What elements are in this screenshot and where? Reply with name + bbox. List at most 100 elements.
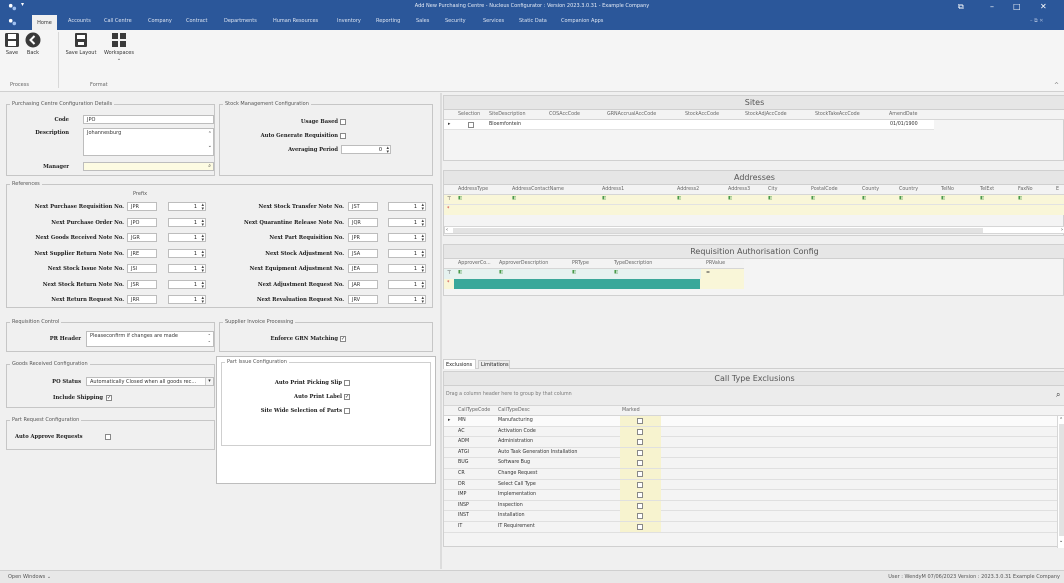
table-row[interactable]: INST Installation [444, 511, 1057, 522]
menu-security[interactable]: Security [445, 18, 466, 24]
filter-cell-icon[interactable]: ◧ [572, 270, 577, 275]
reference-prefix-input[interactable]: JSR [127, 279, 157, 289]
open-windows-button[interactable]: Open Windows ⌄ [8, 574, 51, 580]
addr-col-address2[interactable]: Address2 [677, 187, 699, 192]
addr-col-postal[interactable]: PostalCode [811, 187, 838, 192]
reference-prefix-input[interactable]: JRE [127, 248, 157, 258]
sites-col-cos[interactable]: COSAccCode [549, 112, 580, 117]
marked-cell[interactable] [620, 416, 661, 426]
ra-col-prtype[interactable]: PRType [572, 261, 589, 266]
ct-col-desc[interactable]: CallTypeDesc [498, 408, 530, 413]
filter-cell-icon[interactable]: ◧ [768, 196, 773, 201]
scroll-thumb[interactable] [453, 228, 983, 233]
filter-cell-icon[interactable]: ◧ [458, 196, 463, 201]
usage-based-checkbox[interactable] [340, 119, 346, 125]
reference-number-spinner[interactable]: 1 ▴ ▾ [168, 217, 206, 227]
pr-header-scroll-icon[interactable]: ⌃ ⌄ [208, 333, 211, 343]
spinner-arrows-icon[interactable]: ▴ ▾ [421, 265, 424, 274]
search-icon[interactable]: ⌕ [1056, 390, 1060, 400]
maximize-icon[interactable]: □ [1013, 2, 1021, 11]
reference-prefix-input[interactable]: JRR [127, 295, 157, 304]
mdi-controls[interactable]: – ⧉ ✕ [1030, 18, 1043, 24]
manager-input[interactable]: ⌕ [83, 162, 214, 171]
marked-cell[interactable] [620, 479, 661, 490]
marked-cell[interactable] [620, 522, 661, 532]
menu-accounts[interactable]: Accounts [68, 18, 91, 24]
req-auth-new-row[interactable]: * [444, 279, 744, 289]
tab-exclusions[interactable]: Exclusions [443, 359, 476, 369]
back-button[interactable]: Back [24, 32, 42, 56]
marked-checkbox[interactable] [637, 481, 643, 488]
marked-cell[interactable] [620, 511, 661, 522]
menu-companion-apps[interactable]: Companion Apps [561, 18, 603, 24]
po-status-select[interactable]: Automatically Closed when all goods rec.… [86, 377, 214, 386]
spinner-arrows-icon[interactable]: ▴ ▾ [386, 146, 389, 155]
scroll-up-icon[interactable]: ⌃ [1059, 417, 1063, 423]
marked-checkbox[interactable] [637, 460, 643, 467]
addr-col-e[interactable]: E [1056, 187, 1059, 192]
ra-col-approverdesc[interactable]: ApproverDescription [499, 261, 548, 266]
tab-limitations[interactable]: Limitations [478, 360, 510, 369]
addresses-filter-row[interactable]: ⊤ ◧ ◧ ◧ ◧ ◧ ◧ ◧ ◧ ◧ ◧ ◧ ◧ [444, 195, 1064, 205]
ra-col-prvalue[interactable]: PRValue [706, 261, 725, 266]
addr-col-faxno[interactable]: FaxNo [1018, 187, 1033, 192]
filter-cell-icon[interactable]: ◧ [499, 270, 504, 275]
spinner-arrows-icon[interactable]: ▴ ▾ [201, 280, 204, 289]
sites-col-selection[interactable]: Selection [458, 112, 480, 117]
pr-header-input[interactable]: Pleaseconfirm if changes are made ⌃ ⌄ [86, 331, 214, 347]
close-icon[interactable]: ✕ [1040, 2, 1047, 11]
reference-number-spinner[interactable]: 1 ▴ ▾ [388, 217, 426, 227]
reference-number-spinner[interactable]: 1 ▴ ▾ [168, 202, 206, 212]
marked-checkbox[interactable] [637, 471, 643, 477]
app-menu-icon[interactable] [8, 18, 17, 27]
pane-splitter[interactable] [440, 93, 442, 569]
filter-cell-icon[interactable]: ◧ [512, 196, 517, 201]
scroll-left-icon[interactable]: ‹ [446, 227, 448, 233]
sites-col-stock[interactable]: StockAccCode [685, 112, 719, 117]
description-input[interactable]: Johannesburg ⌃ ⌄ [83, 128, 214, 156]
reference-number-spinner[interactable]: 1 ▴ ▾ [388, 279, 426, 289]
call-type-vscrollbar[interactable]: ⌃ ⌄ [1057, 416, 1064, 548]
table-row[interactable]: ADM Administration [444, 437, 1057, 448]
filter-cell-icon[interactable]: ◧ [941, 196, 946, 201]
scroll-right-icon[interactable]: › [1061, 227, 1063, 233]
addr-col-county[interactable]: County [862, 187, 879, 192]
marked-checkbox[interactable] [637, 418, 643, 424]
marked-checkbox[interactable] [637, 502, 643, 509]
collapse-ribbon-icon[interactable]: ^ [1054, 82, 1059, 89]
sites-col-amenddate[interactable]: AmendDate [889, 112, 917, 117]
site-selection-checkbox[interactable] [468, 122, 474, 128]
sites-col-stockadj[interactable]: StockAdjAccCode [745, 112, 787, 117]
table-row[interactable]: ▸ MN Manufacturing [444, 416, 1057, 427]
reference-number-spinner[interactable]: 1 ▴ ▾ [168, 279, 206, 289]
filter-cell-icon[interactable]: ◧ [614, 270, 619, 275]
reference-number-spinner[interactable]: 1 ▴ ▾ [388, 248, 426, 258]
menu-reporting[interactable]: Reporting [376, 18, 400, 24]
addresses-new-row[interactable]: * [444, 205, 1064, 215]
filter-cell-icon[interactable]: ◧ [458, 270, 463, 275]
reference-prefix-input[interactable]: JPO [127, 217, 157, 227]
ct-col-code[interactable]: CallTypeCode [458, 408, 490, 413]
spinner-arrows-icon[interactable]: ▴ ▾ [421, 234, 424, 243]
spinner-arrows-icon[interactable]: ▴ ▾ [201, 203, 204, 212]
addr-col-telno[interactable]: TelNo [941, 187, 954, 192]
enforce-grn-checkbox[interactable]: ✓ [340, 336, 346, 342]
reference-number-spinner[interactable]: 1 ▴ ▾ [168, 295, 206, 305]
layout-icon[interactable]: ⧉ [958, 2, 964, 12]
sites-col-grn[interactable]: GRNAccrualAccCode [607, 112, 656, 117]
menu-services[interactable]: Services [483, 18, 504, 24]
table-row[interactable]: AC Activation Code [444, 426, 1057, 438]
menu-inventory[interactable]: Inventory [337, 18, 361, 24]
reference-number-spinner[interactable]: 1 ▴ ▾ [388, 295, 426, 305]
filter-cell-icon[interactable]: ◧ [862, 196, 867, 201]
table-row[interactable]: CR Change Request [444, 469, 1057, 480]
addresses-hscrollbar[interactable]: ‹ › [444, 226, 1064, 234]
marked-cell[interactable] [620, 500, 661, 511]
marked-checkbox[interactable] [637, 513, 643, 520]
ct-col-marked[interactable]: Marked [622, 408, 640, 413]
addr-col-country[interactable]: Country [899, 187, 918, 192]
save-button[interactable]: Save [3, 32, 21, 56]
req-auth-filter-row[interactable]: ⊤ ◧ ◧ ◧ ◧ = [444, 269, 744, 279]
auto-print-label-checkbox[interactable]: ✓ [344, 394, 350, 400]
description-scroll-up-icon[interactable]: ⌃ [208, 131, 212, 137]
